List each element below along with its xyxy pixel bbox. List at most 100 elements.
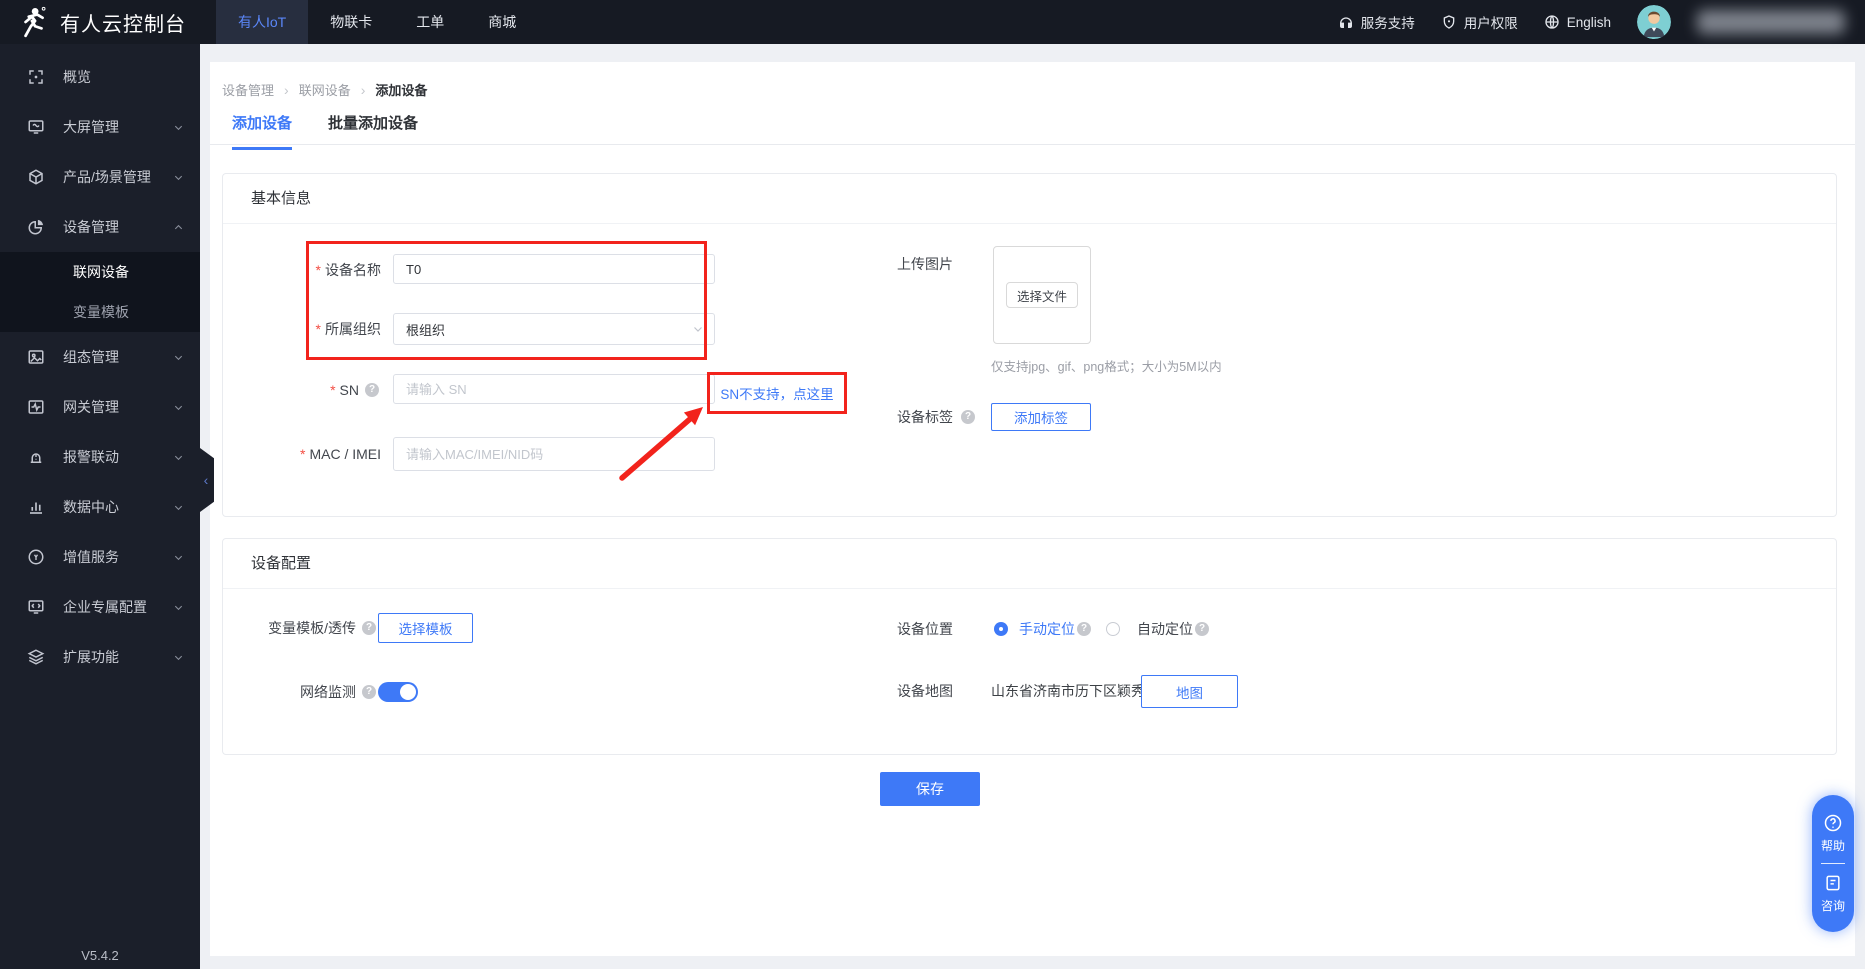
username-blurred[interactable]	[1697, 10, 1845, 34]
network-monitor-help-icon[interactable]	[362, 685, 376, 699]
sidebar-item-label: 数据中心	[63, 499, 119, 515]
overview-icon	[27, 68, 45, 86]
floating-support-menu: 帮助 咨询	[1812, 795, 1854, 932]
sidebar-item-label: 概览	[63, 69, 91, 85]
service-support-button[interactable]: 服务支持	[1338, 12, 1415, 32]
cube-icon	[27, 168, 45, 186]
sn-label: SN	[201, 375, 359, 405]
sidebar-item-label: 报警联动	[63, 449, 119, 465]
network-monitor-toggle[interactable]	[378, 682, 418, 702]
top-tab-iot-card[interactable]: 物联卡	[308, 0, 394, 44]
basic-info-title: 基本信息	[223, 174, 1836, 224]
manual-location-option[interactable]: 手动定位	[1019, 614, 1075, 644]
device-tags-help-icon[interactable]	[961, 410, 975, 424]
chevron-down-icon	[173, 122, 184, 133]
breadcrumb-item[interactable]: 联网设备	[299, 80, 351, 99]
chevron-down-icon	[173, 602, 184, 613]
variable-template-label: 变量模板/透传	[268, 620, 356, 636]
sidebar-item-label: 产品/场景管理	[63, 169, 151, 185]
sidebar-item-enterprise-config[interactable]: 企业专属配置	[0, 582, 200, 632]
chevron-down-icon	[173, 172, 184, 183]
topbar-right: 服务支持 用户权限 English	[1338, 5, 1865, 39]
device-config-title: 设备配置	[223, 539, 1836, 589]
chevron-down-icon	[173, 502, 184, 513]
tab-add-device[interactable]: 添加设备	[232, 112, 293, 150]
user-permissions-button[interactable]: 用户权限	[1441, 12, 1518, 32]
map-button[interactable]: 地图	[1141, 675, 1238, 708]
mac-imei-input[interactable]	[393, 437, 715, 471]
shield-icon	[1443, 15, 1455, 29]
auto-location-radio[interactable]	[1106, 622, 1120, 636]
breadcrumb-current: 添加设备	[375, 83, 428, 98]
bar-chart-icon	[27, 498, 45, 516]
app-title: 有人云控制台	[60, 13, 186, 36]
sidebar-subitem-variable-templates[interactable]: 变量模板	[0, 292, 200, 332]
monitor-icon	[27, 118, 45, 136]
consult-button[interactable]: 咨询	[1821, 873, 1845, 914]
choose-template-button[interactable]: 选择模板	[378, 613, 473, 643]
sidebar-item-screen-management[interactable]: 大屏管理	[0, 102, 200, 152]
sn-not-supported-link[interactable]: SN不支持，点这里	[720, 383, 833, 403]
manual-location-radio[interactable]	[994, 622, 1008, 636]
sidebar-item-configuration-management[interactable]: 组态管理	[0, 332, 200, 382]
app-window: 有人云控制台 有人IoT 物联卡 工单 商城 服务支持 用户权限 English…	[0, 0, 1865, 969]
language-switcher[interactable]: English	[1544, 14, 1611, 30]
organization-select[interactable]: 根组织	[393, 313, 715, 345]
top-tab-usr-iot[interactable]: 有人IoT	[216, 0, 309, 44]
help-label: 帮助	[1820, 839, 1845, 853]
sidebar-item-device-management[interactable]: 设备管理	[0, 202, 200, 252]
avatar[interactable]	[1637, 5, 1671, 39]
chevron-down-icon	[692, 323, 704, 335]
help-button[interactable]: 帮助	[1821, 813, 1845, 854]
sn-input[interactable]	[393, 374, 715, 404]
chevron-down-icon	[173, 652, 184, 663]
page-tabs: 添加设备 批量添加设备	[232, 112, 418, 150]
sn-help-icon[interactable]	[365, 383, 379, 397]
upload-dropzone[interactable]: 选择文件	[993, 246, 1091, 344]
sidebar-item-alarm-linkage[interactable]: 报警联动	[0, 432, 200, 482]
breadcrumb: 设备管理 联网设备 添加设备	[222, 80, 427, 99]
language-label: English	[1566, 14, 1611, 30]
device-name-label: 设备名称	[223, 255, 381, 285]
tab-divider	[210, 144, 1855, 145]
breadcrumb-separator-icon	[361, 82, 366, 98]
device-config-card: 设备配置 变量模板/透传 选择模板 网络监测 设备位置 手动定位 自动定位 设备…	[222, 538, 1837, 755]
globe-icon	[1545, 15, 1559, 29]
manual-location-help-icon[interactable]	[1077, 622, 1091, 636]
choose-file-button[interactable]: 选择文件	[1006, 282, 1078, 308]
service-support-label: 服务支持	[1360, 16, 1415, 31]
sidebar-item-label: 网关管理	[63, 399, 119, 415]
sidebar-item-label: 大屏管理	[63, 119, 119, 135]
device-map-label: 设备地图	[897, 683, 953, 699]
sidebar-collapse-handle[interactable]	[200, 448, 214, 512]
sidebar-item-extensions[interactable]: 扩展功能	[0, 632, 200, 682]
sidebar-item-label: 组态管理	[63, 349, 119, 365]
pulse-icon	[27, 398, 45, 416]
save-button[interactable]: 保存	[880, 772, 980, 806]
auto-location-help-icon[interactable]	[1195, 622, 1209, 636]
sidebar-nav: 概览 大屏管理 产品/场景管理 设备管理 联网设备 变量模板 组态管理 网关管理…	[0, 44, 200, 682]
sidebar-item-value-added-services[interactable]: 增值服务	[0, 532, 200, 582]
sidebar-item-product-scene[interactable]: 产品/场景管理	[0, 152, 200, 202]
top-tab-mall[interactable]: 商城	[466, 0, 538, 44]
device-name-input[interactable]	[393, 254, 715, 284]
chevron-up-icon	[173, 222, 184, 233]
sidebar-item-gateway-management[interactable]: 网关管理	[0, 382, 200, 432]
variable-template-help-icon[interactable]	[362, 621, 376, 635]
sidebar-item-overview[interactable]: 概览	[0, 52, 200, 102]
organization-value: 根组织	[406, 322, 446, 338]
breadcrumb-item[interactable]: 设备管理	[222, 80, 274, 99]
auto-location-option[interactable]: 自动定位	[1137, 614, 1193, 644]
tab-batch-add-device[interactable]: 批量添加设备	[328, 112, 418, 150]
breadcrumb-separator-icon	[284, 82, 289, 98]
sidebar-item-data-center[interactable]: 数据中心	[0, 482, 200, 532]
device-map-address: 山东省济南市历下区颖秀路	[991, 683, 1159, 699]
add-tag-button[interactable]: 添加标签	[991, 403, 1091, 431]
top-tab-work-order[interactable]: 工单	[394, 0, 466, 44]
clock-icon	[27, 548, 45, 566]
sidebar-item-label: 增值服务	[63, 549, 119, 565]
chevron-down-icon	[173, 352, 184, 363]
chevron-down-icon	[173, 452, 184, 463]
alarm-icon	[27, 448, 45, 466]
sidebar-subitem-networked-devices[interactable]: 联网设备	[0, 252, 200, 292]
